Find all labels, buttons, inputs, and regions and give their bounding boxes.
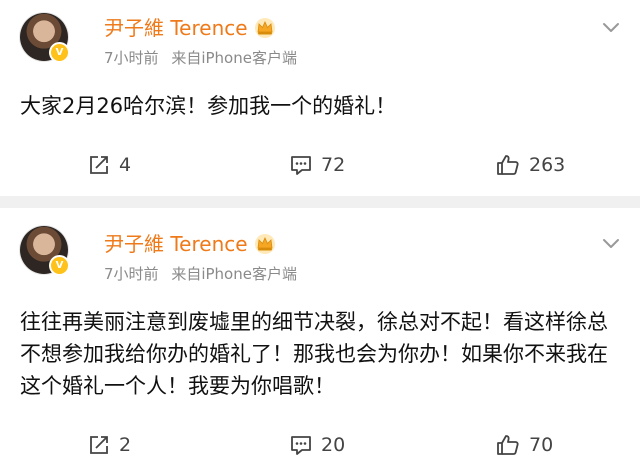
like-button[interactable]: 70	[496, 430, 553, 460]
chevron-down-icon[interactable]	[602, 22, 620, 34]
v-badge-icon: V	[49, 255, 70, 276]
v-badge-icon: V	[49, 42, 70, 63]
like-count: 70	[529, 434, 554, 456]
repost-button[interactable]: 4	[88, 150, 131, 180]
post-card: V 尹子維 Terence 7小时前 来自iPhone客户端 往往再美丽注意到废…	[0, 208, 640, 472]
comment-icon	[291, 436, 311, 455]
weibo-feed: V 尹子維 Terence 7小时前 来自iPhone客户端 大家2月26哈尔滨…	[0, 0, 640, 472]
post-actions: 4 72 263	[0, 150, 640, 180]
comment-button[interactable]: 72	[290, 150, 345, 180]
comment-icon	[291, 156, 311, 175]
comment-button[interactable]: 20	[290, 430, 345, 460]
avatar[interactable]: V	[20, 13, 70, 63]
repost-icon	[90, 156, 108, 174]
comment-count: 72	[321, 154, 346, 176]
repost-icon	[90, 436, 108, 454]
author-row: 尹子維 Terence	[104, 14, 297, 42]
post-header: 尹子維 Terence 7小时前 来自iPhone客户端	[104, 230, 297, 284]
thumbs-up-icon	[497, 435, 519, 455]
repost-button[interactable]: 2	[88, 430, 131, 460]
post-card: V 尹子維 Terence 7小时前 来自iPhone客户端 大家2月26哈尔滨…	[0, 0, 640, 196]
avatar[interactable]: V	[20, 226, 70, 276]
post-source: 来自iPhone客户端	[171, 49, 297, 67]
post-time: 7小时前	[104, 49, 159, 67]
like-button[interactable]: 263	[496, 150, 565, 180]
author-name[interactable]: 尹子維 Terence	[104, 14, 248, 42]
post-text: 大家2月26哈尔滨！参加我一个的婚礼！	[20, 94, 397, 118]
post-text: 往往再美丽注意到废墟里的细节决裂，徐总对不起！看这样徐总不想参加我给你办的婚礼了…	[20, 310, 608, 398]
crown-icon	[254, 234, 275, 254]
author-name[interactable]: 尹子維 Terence	[104, 230, 248, 258]
post-header: 尹子維 Terence 7小时前 来自iPhone客户端	[104, 14, 297, 68]
crown-icon	[254, 18, 275, 38]
author-row: 尹子維 Terence	[104, 230, 297, 258]
repost-count: 2	[119, 434, 132, 456]
post-meta: 7小时前 来自iPhone客户端	[104, 263, 297, 284]
post-meta: 7小时前 来自iPhone客户端	[104, 47, 297, 68]
comment-count: 20	[321, 434, 346, 456]
thumbs-up-icon	[497, 155, 519, 175]
chevron-down-icon[interactable]	[602, 238, 620, 250]
post-source: 来自iPhone客户端	[171, 265, 297, 283]
post-actions: 2 20 70	[0, 430, 640, 460]
like-count: 263	[529, 154, 566, 176]
post-time: 7小时前	[104, 265, 159, 283]
repost-count: 4	[119, 154, 132, 176]
